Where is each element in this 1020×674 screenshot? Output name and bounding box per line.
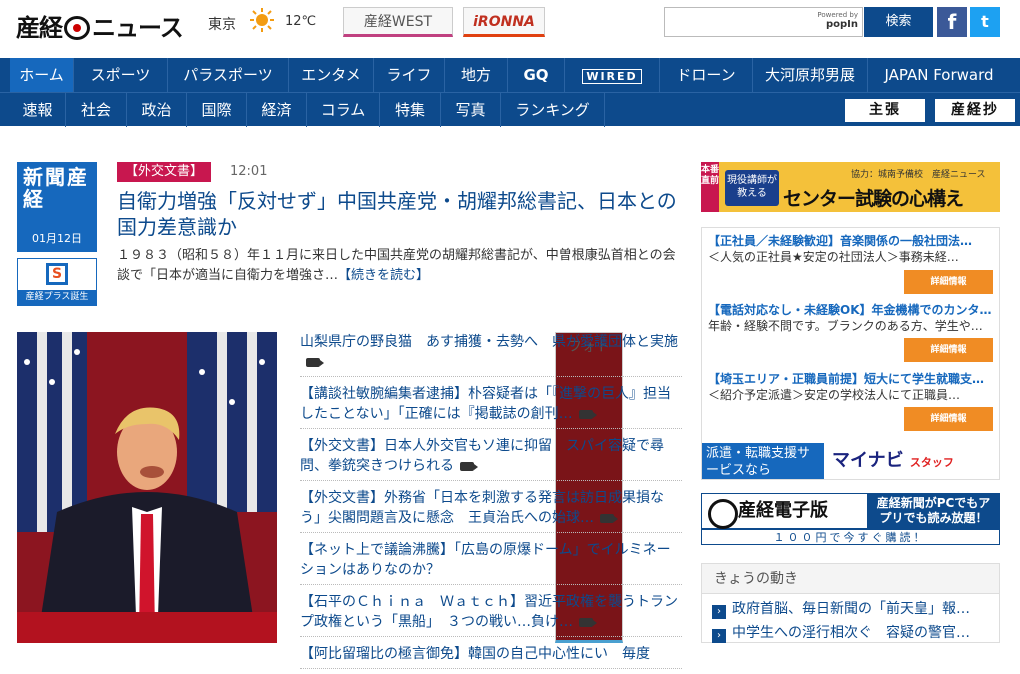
e-paper-title: 産経電子版 — [701, 493, 868, 529]
search-button[interactable]: 検索 — [864, 7, 933, 37]
e-paper-ad[interactable]: 産経電子版 産経新聞がPCでもアプリでも読み放題！ １００円で今すぐ購読！ — [701, 493, 1000, 545]
weather-city: 東京 — [208, 17, 236, 33]
list-item[interactable]: › 政府首脳、毎日新聞の「前天皇」報… — [712, 598, 996, 619]
nav-sports[interactable]: スポーツ — [74, 58, 168, 92]
mynavi-banner[interactable]: 派遣・転職支援サービスなら マイナビ スタッフ — [702, 443, 999, 479]
ad-sponsor: 協力：城南予備校 産経ニュース — [851, 170, 986, 180]
ad-badge: 現役講師が教える — [725, 170, 779, 206]
list-item[interactable]: 【外交文書】外務省「日本を刺激する発言は訪日成果損なう」尖閣問題言及に懸念 王貞… — [300, 486, 682, 533]
mynavi-tagline: 派遣・転職支援サービスなら — [702, 443, 824, 479]
nav-politics[interactable]: 政治 — [127, 93, 187, 127]
nav-home[interactable]: ホーム — [10, 58, 74, 92]
kyou-no-ugoki: きょうの動き › 政府首脳、毎日新聞の「前天皇」報… › 中学生への淫行相次ぐ 容疑… — [701, 563, 1000, 643]
sankei-plus-label: 産経プラス誕生 — [18, 290, 96, 305]
nav-life[interactable]: ライフ — [374, 58, 445, 92]
logo-eye-icon — [64, 16, 90, 40]
job-ad-title: 【正社員／未経験歓迎】音楽関係の一般社団法… — [708, 234, 973, 248]
list-item[interactable]: 【講談社敏腕編集者逮捕】朴容疑者は「『進撃の巨人』担当したことない」「正確には『… — [300, 382, 682, 429]
paper-date: 01月12日 — [32, 232, 82, 245]
sankei-plus-banner[interactable]: S 産経プラス誕生 — [17, 258, 97, 306]
job-ad-desc: ＜紹介予定派遣＞安定の学校法人にて正職員… — [708, 388, 961, 402]
job-ad-title: 【埼玉エリア・正職員前提】短大にて学生就職支… — [708, 372, 985, 386]
mynavi-logo: マイナビ スタッフ — [824, 443, 999, 479]
list-item[interactable]: 【外交文書】日本人外交官もソ連に抑留 スパイ容疑で尋問、拳銃突きつけられる — [300, 434, 682, 481]
center-exam-ad[interactable]: 本番直前 現役講師が教える 協力：城南予備校 産経ニュース センター試験の心構え — [701, 162, 1000, 212]
search-powered-by: Powered by popIn — [817, 11, 858, 30]
nav-para-sports[interactable]: パラスポーツ — [168, 58, 289, 92]
job-ad-desc: 年齢・経験不問です。ブランクのある方、学生や… — [708, 319, 983, 333]
list-item[interactable]: 【ネット上で議論沸騰】「広島の原爆ドーム」でイルミネーションはありなのか？ — [300, 538, 682, 585]
job-ad-desc: ＜人気の正社員★安定の社団法人＞事務未経… — [708, 250, 959, 264]
video-camera-icon — [578, 410, 597, 419]
e-paper-pitch: 産経新聞がPCでもアプリでも読み放題！ — [876, 496, 991, 525]
sankei-plus-icon: S — [46, 263, 68, 285]
kyou-heading: きょうの動き — [702, 564, 999, 594]
ad-side-label: 本番直前 — [701, 162, 719, 212]
sun-icon — [250, 8, 274, 32]
details-button[interactable]: 詳細情報 — [904, 338, 993, 362]
video-camera-icon — [460, 462, 478, 471]
nav-breaking[interactable]: 速報 — [10, 93, 66, 127]
job-ad-item[interactable]: 【埼玉エリア・正職員前提】短大にて学生就職支… ＜紹介予定派遣＞安定の学校法人に… — [708, 371, 992, 403]
job-ad-item[interactable]: 【正社員／未経験歓迎】音楽関係の一般社団法… ＜人気の正社員★安定の社団法人＞事… — [708, 233, 992, 265]
list-item[interactable]: 山梨県庁の野良猫 あす捕獲・去勢へ 県が愛護団体と実施 — [300, 330, 682, 377]
tab-ironna[interactable]: iRONNA — [463, 7, 545, 37]
twitter-icon[interactable]: t — [970, 7, 1000, 37]
top-headline[interactable]: 自衛力増強「反対せず」中国共産党・胡耀邦総書記、日本との国力差意識か — [117, 188, 682, 240]
top-lead: １９８３（昭和５８）年１１月に来日した中国共産党の胡耀邦総書記が、中曽根康弘首相… — [117, 248, 676, 283]
facebook-icon[interactable]: f — [937, 7, 967, 37]
nav-photo[interactable]: 写真 — [441, 93, 501, 127]
site-header: 産経 ニュース 東京 12℃ 産経WEST iRONNA フォト Powered … — [0, 0, 1020, 643]
trump-press-photo — [17, 332, 277, 643]
nav-wired[interactable]: WIRED — [565, 58, 660, 92]
nav-economy[interactable]: 経済 — [247, 93, 307, 127]
list-item[interactable]: 【石平のＣｈｉｎａ Ｗａｔｃｈ】習近平政権を襲うトランプ政権という「黒船」 ３つ… — [300, 590, 682, 637]
video-camera-icon — [579, 618, 597, 627]
nav-international[interactable]: 国際 — [187, 93, 247, 127]
nav-ranking[interactable]: ランキング — [501, 93, 605, 127]
nav-feature[interactable]: 特集 — [380, 93, 441, 127]
nav-column[interactable]: コラム — [307, 93, 380, 127]
ad-headline: センター試験の心構え — [783, 188, 964, 210]
secondary-nav: 速報 社会 政治 国際 経済 コラム 特集 写真 ランキング 主張 産経抄 — [0, 92, 1020, 127]
sankeisho-button[interactable]: 産経抄 — [935, 99, 1015, 122]
news-photo[interactable] — [17, 332, 277, 643]
story-tag[interactable]: 【外交文書】 — [117, 162, 212, 182]
nav-society[interactable]: 社会 — [66, 93, 127, 127]
e-paper-price: １００円で今すぐ購読！ — [701, 529, 1000, 545]
nav-japan-forward[interactable]: JAPAN Forward — [868, 58, 1010, 92]
nav-entame[interactable]: エンタメ — [289, 58, 374, 92]
video-camera-icon — [600, 514, 618, 523]
list-item[interactable]: 【阿比留瑠比の極言御免】韓国の自己中心性にい 毎度 — [300, 642, 682, 669]
job-ad-item[interactable]: 【電話対応なし・未経験OK】年金機構でのカンタ… 年齢・経験不問です。ブランクの… — [708, 302, 992, 334]
paper-title: 新聞産経 — [23, 165, 89, 211]
job-ads: 【正社員／未経験歓迎】音楽関係の一般社団法… ＜人気の正社員★安定の社団法人＞事… — [701, 227, 1000, 480]
video-camera-icon — [306, 358, 324, 367]
todays-paper[interactable]: 新聞産経 01月12日 — [17, 162, 97, 252]
nav-drone[interactable]: ドローン — [660, 58, 753, 92]
nav-local[interactable]: 地方 — [445, 58, 508, 92]
job-ad-title: 【電話対応なし・未経験OK】年金機構でのカンタ… — [708, 303, 992, 317]
list-item[interactable]: › 中学生への淫行相次ぐ 容疑の警官… — [712, 622, 996, 643]
primary-nav: ホーム スポーツ パラスポーツ エンタメ ライフ 地方 GQ WIRED ドロー… — [0, 58, 1020, 92]
story-time: 12:01 — [230, 164, 268, 179]
arrow-right-icon: › — [712, 605, 726, 619]
nav-okawara[interactable]: 大河原邦男展 — [753, 58, 868, 92]
search-input[interactable]: Powered by popIn — [664, 7, 863, 37]
tab-sankei-west[interactable]: 産経WEST — [343, 7, 453, 37]
read-more-link[interactable]: 【続きを読む】 — [338, 268, 429, 283]
shucho-button[interactable]: 主張 — [845, 99, 925, 122]
details-button[interactable]: 詳細情報 — [904, 270, 993, 294]
details-button[interactable]: 詳細情報 — [904, 407, 993, 431]
nav-gq[interactable]: GQ — [508, 58, 565, 92]
news-list: 山梨県庁の野良猫 あす捕獲・去勢へ 県が愛護団体と実施 【講談社敏腕編集者逮捕】… — [300, 330, 682, 674]
arrow-right-icon: › — [712, 629, 726, 643]
temperature: 12℃ — [285, 14, 317, 29]
sankei-news-logo[interactable]: 産経 ニュース — [16, 8, 184, 43]
